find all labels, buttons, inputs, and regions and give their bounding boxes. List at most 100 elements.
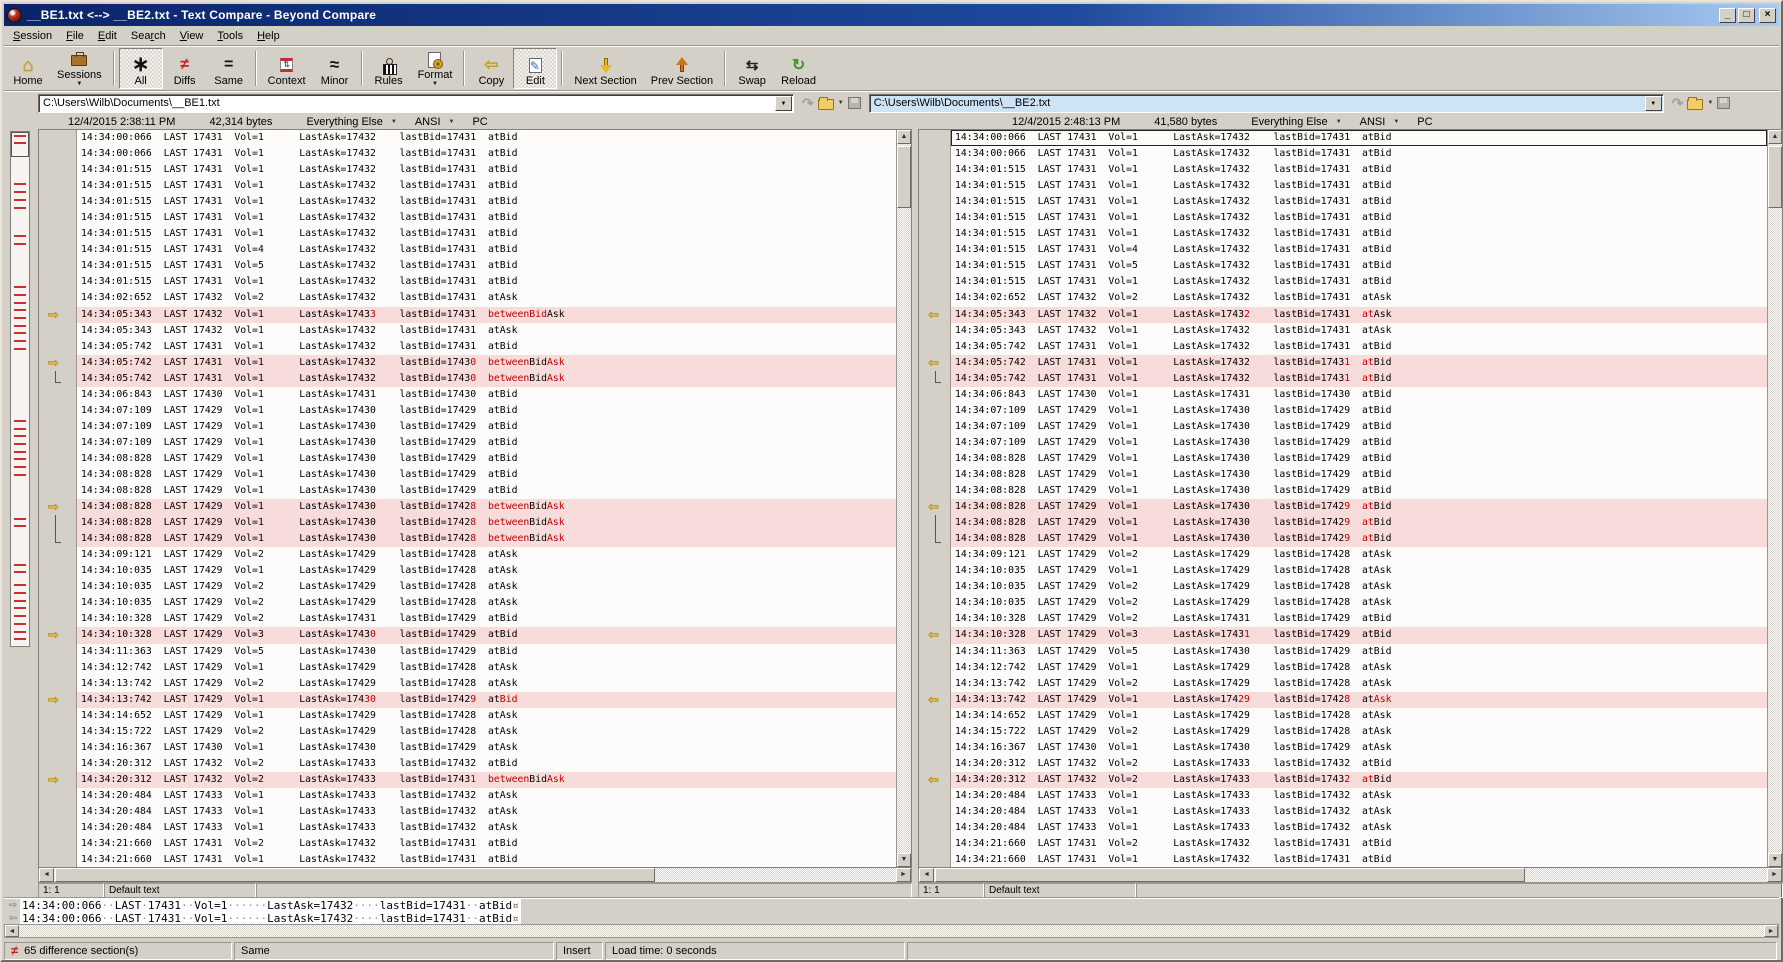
line-text[interactable]: 14:34:16:367 LAST 17430 Vol=1 LastAsk=17… [77, 740, 896, 756]
line-text[interactable]: 14:34:12:742 LAST 17429 Vol=1 LastAsk=17… [77, 660, 896, 676]
table-row[interactable]: 14:34:00:066 LAST 17431 Vol=1 LastAsk=17… [919, 146, 1767, 163]
table-row[interactable]: 14:34:00:066 LAST 17431 Vol=1 LastAsk=17… [39, 130, 896, 147]
table-row[interactable]: 14:34:20:484 LAST 17433 Vol=1 LastAsk=17… [919, 820, 1767, 837]
table-row[interactable]: 14:34:08:828 LAST 17429 Vol=1 LastAsk=17… [919, 483, 1767, 500]
table-row[interactable]: 14:34:01:515 LAST 17431 Vol=1 LastAsk=17… [919, 274, 1767, 291]
section-arrow-right-icon[interactable]: ⇨ [48, 500, 59, 514]
minimap-diff-mark[interactable] [14, 332, 26, 335]
table-row[interactable]: 14:34:09:121 LAST 17429 Vol=2 LastAsk=17… [39, 547, 896, 564]
table-row[interactable]: 14:34:20:312 LAST 17432 Vol=2 LastAsk=17… [39, 755, 896, 772]
minimap-diff-mark[interactable] [14, 473, 26, 476]
line-text[interactable]: 14:34:07:109 LAST 17429 Vol=1 LastAsk=17… [77, 403, 896, 419]
diff-row[interactable]: 14:34:05:742 LAST 17431 Vol=1 LastAsk=17… [919, 370, 1767, 387]
line-text[interactable]: 14:34:08:828 LAST 17429 Vol=1 LastAsk=17… [77, 531, 896, 548]
line-text[interactable]: 14:34:08:828 LAST 17429 Vol=1 LastAsk=17… [951, 499, 1767, 516]
table-row[interactable]: 14:34:01:515 LAST 17431 Vol=1 LastAsk=17… [919, 226, 1767, 243]
table-row[interactable]: 14:34:05:742 LAST 17431 Vol=1 LastAsk=17… [919, 338, 1767, 355]
line-text[interactable]: 14:34:21:660 LAST 17431 Vol=1 LastAsk=17… [77, 852, 896, 867]
line-text[interactable]: 14:34:05:742 LAST 17431 Vol=1 LastAsk=17… [951, 339, 1767, 355]
line-text[interactable]: 14:34:08:828 LAST 17429 Vol=1 LastAsk=17… [951, 531, 1767, 548]
diff-row[interactable]: ⇨ 14:34:20:312 LAST 17432 Vol=2 LastAsk=1… [39, 771, 896, 788]
edit-button[interactable]: Edit [513, 48, 558, 89]
table-row[interactable]: 14:34:05:343 LAST 17432 Vol=1 LastAsk=17… [39, 322, 896, 339]
line-text[interactable]: 14:34:07:109 LAST 17429 Vol=1 LastAsk=17… [77, 435, 896, 451]
line-text[interactable]: 14:34:01:515 LAST 17431 Vol=5 LastAsk=17… [951, 258, 1767, 274]
table-row[interactable]: 14:34:06:843 LAST 17430 Vol=1 LastAsk=17… [919, 386, 1767, 403]
table-row[interactable]: 14:34:01:515 LAST 17431 Vol=1 LastAsk=17… [39, 226, 896, 243]
minimap-diff-mark[interactable] [14, 584, 26, 587]
minimap-diff-mark[interactable] [14, 234, 26, 237]
scroll-left-icon[interactable]: ◄ [919, 868, 934, 882]
context-button[interactable]: ⇅ Context [261, 48, 313, 89]
minimap-diff-mark[interactable] [14, 571, 26, 574]
minimap-diff-mark[interactable] [14, 435, 26, 438]
table-row[interactable]: 14:34:10:035 LAST 17429 Vol=2 LastAsk=17… [39, 595, 896, 612]
line-text[interactable]: 14:34:01:515 LAST 17431 Vol=4 LastAsk=17… [951, 242, 1767, 258]
section-arrow-right-icon[interactable]: ⇨ [48, 628, 59, 642]
line-text[interactable]: 14:34:07:109 LAST 17429 Vol=1 LastAsk=17… [77, 419, 896, 435]
reload-button[interactable]: ↻ Reload [774, 48, 823, 89]
line-text[interactable]: 14:34:08:828 LAST 17429 Vol=1 LastAsk=17… [77, 515, 896, 532]
table-row[interactable]: 14:34:05:742 LAST 17431 Vol=1 LastAsk=17… [39, 338, 896, 355]
line-text[interactable]: 14:34:01:515 LAST 17431 Vol=1 LastAsk=17… [951, 274, 1767, 290]
minimap-diff-mark[interactable] [14, 286, 26, 289]
table-row[interactable]: 14:34:12:742 LAST 17429 Vol=1 LastAsk=17… [39, 659, 896, 676]
line-text[interactable]: 14:34:13:742 LAST 17429 Vol=2 LastAsk=17… [951, 676, 1767, 692]
prev-section-button[interactable]: Prev Section [644, 48, 720, 89]
diff-row[interactable]: ⇦ 14:34:05:343 LAST 17432 Vol=1 LastAsk=1… [919, 306, 1767, 323]
diff-row[interactable]: 14:34:08:828 LAST 17429 Vol=1 LastAsk=17… [39, 531, 896, 548]
line-text[interactable]: 14:34:00:066 LAST 17431 Vol=1 LastAsk=17… [951, 130, 1767, 147]
minimap-diff-mark[interactable] [14, 206, 26, 209]
table-row[interactable]: 14:34:08:828 LAST 17429 Vol=1 LastAsk=17… [919, 450, 1767, 467]
minimap-diff-mark[interactable] [14, 592, 26, 595]
format-button[interactable]: Format ▼ [411, 48, 460, 89]
scroll-left-icon[interactable]: ◄ [39, 868, 54, 882]
line-text[interactable]: 14:34:15:722 LAST 17429 Vol=2 LastAsk=17… [951, 724, 1767, 740]
menu-session[interactable]: Session [6, 27, 59, 45]
minimap-diff-mark[interactable] [14, 347, 26, 350]
line-text[interactable]: 14:34:02:652 LAST 17432 Vol=2 LastAsk=17… [951, 290, 1767, 306]
line-text[interactable]: 14:34:08:828 LAST 17429 Vol=1 LastAsk=17… [951, 451, 1767, 467]
table-row[interactable]: 14:34:20:312 LAST 17432 Vol=2 LastAsk=17… [919, 755, 1767, 772]
scroll-right-icon[interactable]: ► [1767, 868, 1782, 882]
minimap-diff-mark[interactable] [14, 301, 26, 304]
table-row[interactable]: 14:34:10:035 LAST 17429 Vol=2 LastAsk=17… [919, 579, 1767, 596]
menu-search[interactable]: Search [124, 27, 173, 45]
line-text[interactable]: 14:34:20:484 LAST 17433 Vol=1 LastAsk=17… [951, 804, 1767, 820]
line-text[interactable]: 14:34:14:652 LAST 17429 Vol=1 LastAsk=17… [77, 708, 896, 724]
scrollbar-thumb[interactable] [897, 146, 911, 208]
line-text[interactable]: 14:34:05:742 LAST 17431 Vol=1 LastAsk=17… [77, 339, 896, 355]
right-path-field[interactable]: C:\Users\Wilb\Documents\__BE2.txt ▼ [868, 93, 1664, 113]
table-row[interactable]: 14:34:01:515 LAST 17431 Vol=1 LastAsk=17… [919, 162, 1767, 179]
chevron-down-icon[interactable]: ▼ [449, 119, 455, 125]
right-path-text[interactable]: C:\Users\Wilb\Documents\__BE2.txt [870, 97, 1645, 109]
left-editor[interactable]: 14:34:00:066 LAST 17431 Vol=1 LastAsk=17… [39, 130, 896, 867]
section-arrow-left-icon[interactable]: ⇦ [928, 772, 939, 787]
line-text[interactable]: 14:34:13:742 LAST 17429 Vol=2 LastAsk=17… [77, 676, 896, 692]
diff-row[interactable]: ⇦ 14:34:10:328 LAST 17429 Vol=3 LastAsk=1… [919, 627, 1767, 644]
table-row[interactable]: 14:34:01:515 LAST 17431 Vol=1 LastAsk=17… [39, 178, 896, 195]
table-row[interactable]: 14:34:01:515 LAST 17431 Vol=1 LastAsk=17… [39, 210, 896, 227]
line-text[interactable]: 14:34:02:652 LAST 17432 Vol=2 LastAsk=17… [77, 290, 896, 306]
table-row[interactable]: 14:34:05:343 LAST 17432 Vol=1 LastAsk=17… [919, 322, 1767, 339]
title-bar[interactable]: __BE1.txt <--> __BE2.txt - Text Compare … [4, 4, 1779, 26]
scrollbar-thumb[interactable] [55, 868, 655, 882]
minimap-diff-mark[interactable] [14, 517, 26, 520]
line-text[interactable]: 14:34:05:343 LAST 17432 Vol=1 LastAsk=17… [77, 306, 896, 323]
line-text[interactable]: 14:34:07:109 LAST 17429 Vol=1 LastAsk=17… [951, 419, 1767, 435]
right-horizontal-scrollbar[interactable]: ◄ ► [918, 868, 1783, 883]
left-vertical-scrollbar[interactable]: ▲ ▼ [896, 130, 911, 867]
line-text[interactable]: 14:34:21:660 LAST 17431 Vol=2 LastAsk=17… [77, 836, 896, 852]
table-row[interactable]: 14:34:01:515 LAST 17431 Vol=4 LastAsk=17… [919, 242, 1767, 259]
diff-row[interactable]: ⇨ 14:34:10:328 LAST 17429 Vol=3 LastAsk=1… [39, 627, 896, 644]
line-text[interactable]: 14:34:01:515 LAST 17431 Vol=1 LastAsk=17… [77, 194, 896, 210]
line-text[interactable]: 14:34:16:367 LAST 17430 Vol=1 LastAsk=17… [951, 740, 1767, 756]
minimap-diff-mark[interactable] [14, 466, 26, 469]
section-arrow-left-icon[interactable]: ⇦ [928, 500, 939, 514]
scroll-down-icon[interactable]: ▼ [1768, 853, 1782, 867]
line-text[interactable]: 14:34:07:109 LAST 17429 Vol=1 LastAsk=17… [951, 403, 1767, 419]
minimap-diff-mark[interactable] [14, 458, 26, 461]
section-arrow-left-icon[interactable]: ⇦ [928, 692, 939, 707]
line-text[interactable]: 14:34:05:742 LAST 17431 Vol=1 LastAsk=17… [951, 354, 1767, 371]
folder-dropdown-caret-icon[interactable]: ▼ [1707, 100, 1713, 106]
